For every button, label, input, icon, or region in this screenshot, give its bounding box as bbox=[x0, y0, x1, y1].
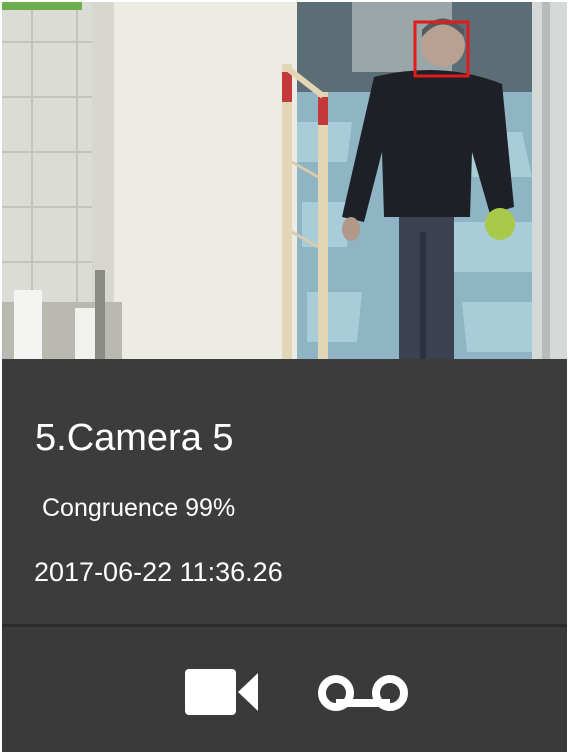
detection-timestamp: 2017-06-22 11:36.26 bbox=[34, 557, 283, 587]
detection-info-panel: 5.Camera 5 Congruence 99% 2017-06-22 11:… bbox=[2, 359, 567, 624]
video-button[interactable] bbox=[182, 667, 260, 717]
action-bar bbox=[2, 627, 567, 752]
roll-left bbox=[14, 290, 42, 359]
green-strip bbox=[2, 2, 82, 10]
snapshot-image bbox=[2, 2, 567, 359]
white-pillar bbox=[92, 2, 297, 359]
green-bag bbox=[485, 208, 515, 240]
video-camera-icon bbox=[185, 669, 258, 715]
voicemail-icon bbox=[318, 675, 408, 711]
camera-name: 5.Camera 5 bbox=[35, 417, 234, 459]
congruence-score: Congruence 99% bbox=[42, 494, 236, 522]
voicemail-button[interactable] bbox=[316, 673, 412, 713]
person-jeans bbox=[399, 202, 454, 359]
detection-card: 5.Camera 5 Congruence 99% 2017-06-22 11:… bbox=[2, 2, 567, 752]
camera-snapshot[interactable] bbox=[2, 2, 567, 359]
bracket bbox=[95, 270, 105, 359]
